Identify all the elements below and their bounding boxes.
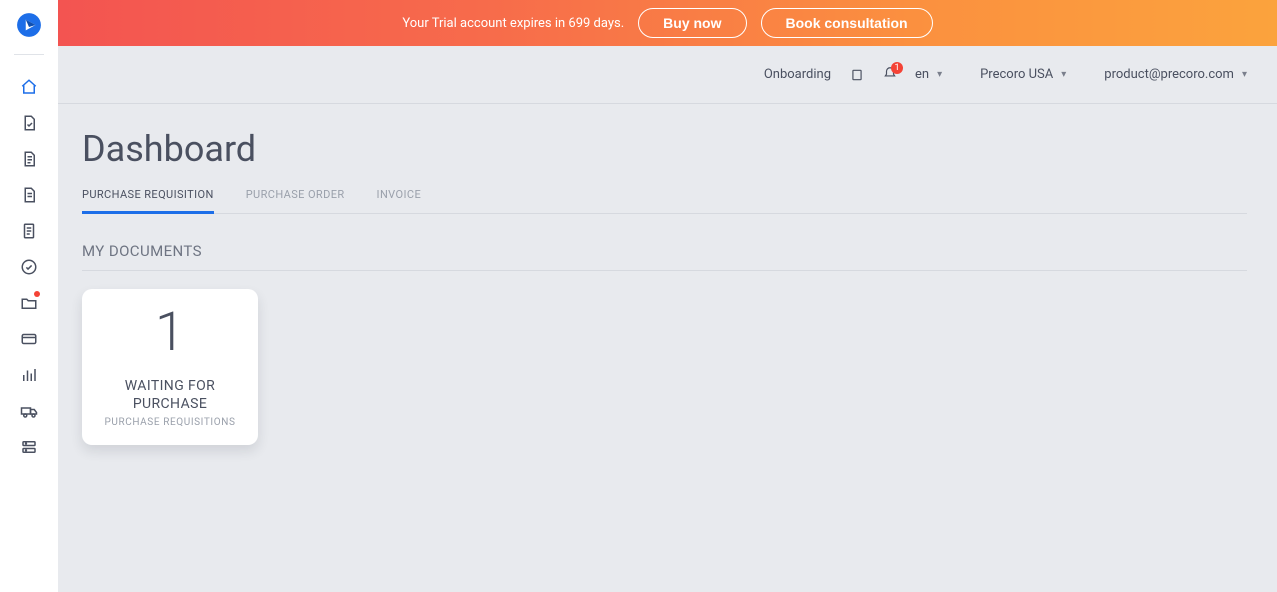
top-header: Onboarding 1 en ▾ Precoro USA ▾ product@… [58, 46, 1277, 104]
section-my-documents: MY DOCUMENTS [82, 242, 1247, 271]
language-value: en [915, 67, 929, 82]
tabs: PURCHASE REQUISITION PURCHASE ORDER INVO… [82, 188, 1247, 214]
chevron-down-icon: ▾ [937, 69, 942, 80]
sidebar-item-approvals[interactable] [0, 249, 58, 285]
notification-dot-icon [34, 291, 40, 297]
onboarding-label: Onboarding [764, 67, 831, 82]
invoice-icon [20, 186, 38, 204]
card-count: 1 [155, 306, 185, 360]
sidebar-item-payments[interactable] [0, 321, 58, 357]
sidebar-item-suppliers[interactable] [0, 393, 58, 429]
book-consultation-button[interactable]: Book consultation [761, 8, 933, 38]
sidebar-item-reports[interactable] [0, 357, 58, 393]
card-subtitle: PURCHASE REQUISITIONS [105, 417, 236, 428]
tab-purchase-requisition[interactable]: PURCHASE REQUISITION [82, 188, 214, 213]
credit-card-icon [20, 330, 38, 348]
buy-now-button[interactable]: Buy now [638, 8, 746, 38]
user-email: product@precoro.com [1104, 67, 1234, 82]
trial-message: Your Trial account expires in 699 days. [402, 16, 624, 31]
home-icon [20, 78, 38, 96]
tab-purchase-order[interactable]: PURCHASE ORDER [246, 188, 345, 213]
main-content: Dashboard PURCHASE REQUISITION PURCHASE … [58, 104, 1277, 592]
sidebar [0, 0, 58, 592]
document-check-icon [20, 114, 38, 132]
company-value: Precoro USA [980, 67, 1053, 82]
document-icon [20, 150, 38, 168]
notifications-badge: 1 [891, 62, 903, 74]
server-icon [20, 438, 38, 456]
notifications-button[interactable]: 1 [883, 66, 897, 84]
chevron-down-icon: ▾ [1242, 69, 1247, 80]
card-status-line1: WAITING FOR [125, 378, 215, 394]
sidebar-item-invoice[interactable] [0, 177, 58, 213]
receipt-icon [20, 222, 38, 240]
chevron-down-icon: ▾ [1061, 69, 1066, 80]
sidebar-divider [14, 54, 44, 55]
card-waiting-for-purchase[interactable]: 1 WAITING FOR PURCHASE PURCHASE REQUISIT… [82, 289, 258, 445]
bar-chart-icon [20, 366, 38, 384]
page-title: Dashboard [82, 128, 1247, 170]
truck-icon [20, 402, 38, 420]
sidebar-item-dashboard[interactable] [0, 69, 58, 105]
check-circle-icon [20, 258, 38, 276]
company-dropdown[interactable]: Precoro USA ▾ [980, 67, 1066, 82]
knowledge-base-icon[interactable] [849, 67, 865, 83]
sidebar-item-settings[interactable] [0, 429, 58, 465]
trial-banner: Your Trial account expires in 699 days. … [58, 0, 1277, 46]
sidebar-item-products[interactable] [0, 285, 58, 321]
app-logo[interactable] [16, 12, 42, 38]
language-dropdown[interactable]: en ▾ [915, 67, 942, 82]
user-dropdown[interactable]: product@precoro.com ▾ [1104, 67, 1247, 82]
sidebar-item-receipt[interactable] [0, 213, 58, 249]
sidebar-item-purchase-requisition[interactable] [0, 105, 58, 141]
card-status: WAITING FOR PURCHASE [125, 378, 215, 413]
card-status-line2: PURCHASE [133, 396, 207, 412]
tab-invoice[interactable]: INVOICE [377, 188, 422, 213]
cards-container: 1 WAITING FOR PURCHASE PURCHASE REQUISIT… [82, 289, 1247, 445]
onboarding-link[interactable]: Onboarding [764, 67, 831, 82]
sidebar-item-purchase-order[interactable] [0, 141, 58, 177]
